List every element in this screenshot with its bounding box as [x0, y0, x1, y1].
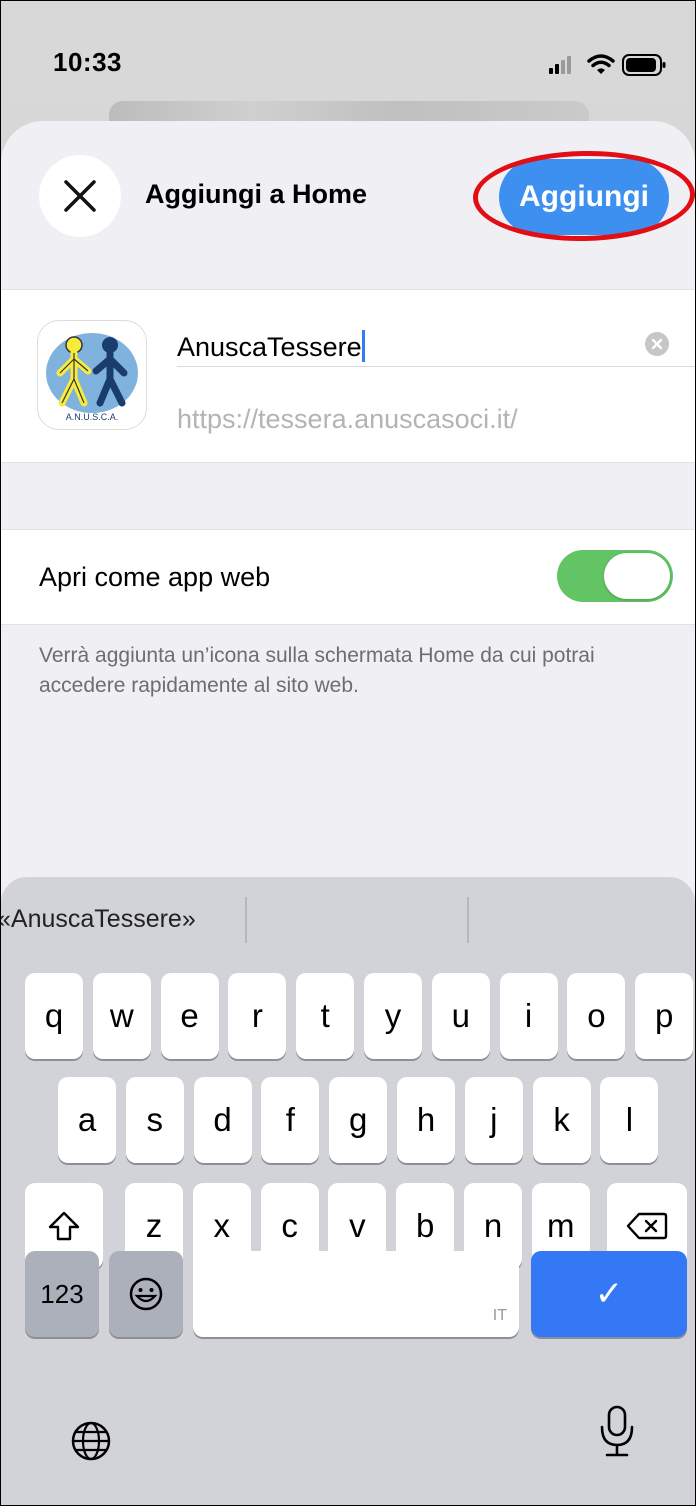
sheet-title: Aggiungi a Home	[145, 179, 367, 209]
key-i[interactable]: i	[499, 973, 558, 1059]
suggestion-bar: «AnuscaTessere»	[1, 877, 695, 957]
name-input[interactable]: AnuscaTessere	[177, 312, 677, 372]
url-text: https://tessera.anuscasoci.it/	[177, 404, 518, 434]
key-label: w	[109, 997, 134, 1034]
key-t[interactable]: t	[296, 973, 355, 1059]
shift-icon	[48, 1211, 80, 1241]
key-y[interactable]: y	[364, 973, 422, 1059]
key-w[interactable]: w	[92, 973, 151, 1059]
key-o[interactable]: o	[567, 973, 626, 1059]
key-k[interactable]: k	[532, 1077, 591, 1163]
webapp-row: Apri come app web	[1, 529, 695, 625]
done-key[interactable]: ✓	[531, 1251, 687, 1337]
suggestion-divider	[467, 897, 469, 943]
signal-wifi-battery-icon	[549, 54, 666, 76]
key-label: k	[553, 1101, 570, 1138]
key-g[interactable]: g	[329, 1077, 388, 1163]
numbers-key[interactable]: 123	[25, 1251, 99, 1337]
key-a[interactable]: a	[58, 1077, 116, 1163]
key-label: o	[587, 997, 606, 1034]
key-r[interactable]: r	[228, 973, 287, 1059]
suggestion-divider	[245, 897, 247, 943]
close-button[interactable]	[39, 155, 121, 237]
key-label: i	[524, 997, 533, 1034]
key-label: h	[416, 1101, 436, 1138]
key-label: y	[384, 997, 402, 1034]
highlight-annotation	[472, 149, 695, 243]
suggestion-item[interactable]: «AnuscaTessere»	[1, 905, 196, 934]
key-label: l	[625, 1101, 634, 1138]
key-label: r	[251, 997, 263, 1034]
microphone-icon[interactable]	[597, 1403, 637, 1461]
anusca-logo-icon: A.N.U.S.C.A.	[46, 333, 138, 422]
webapp-toggle[interactable]	[557, 550, 673, 602]
globe-icon[interactable]	[67, 1417, 115, 1465]
status-icons	[541, 51, 671, 79]
name-input-value: AnuscaTessere	[177, 330, 365, 363]
key-s[interactable]: s	[125, 1077, 184, 1163]
name-value: AnuscaTessere	[177, 332, 362, 362]
status-bar: 10:33	[1, 1, 695, 101]
key-u[interactable]: u	[431, 973, 490, 1059]
key-label: j	[490, 1101, 498, 1138]
clear-x-icon	[651, 338, 663, 350]
key-label: t	[320, 997, 330, 1034]
webapp-footnote: Verrà aggiunta un’icona sulla schermata …	[39, 644, 595, 697]
key-h[interactable]: h	[397, 1077, 455, 1163]
key-p[interactable]: p	[635, 973, 694, 1059]
key-q[interactable]: q	[25, 973, 83, 1059]
key-label: e	[180, 997, 199, 1034]
key-label: p	[655, 997, 674, 1034]
card-divider	[177, 366, 695, 367]
key-l[interactable]: l	[600, 1077, 659, 1163]
key-label: f	[285, 1101, 295, 1138]
key-label: u	[451, 997, 470, 1034]
close-icon	[64, 180, 96, 212]
keyboard: «AnuscaTessere» qwertyuiopasdfghjklzxcvb…	[1, 877, 695, 1505]
clear-text-icon[interactable]	[645, 332, 669, 356]
text-caret	[361, 330, 365, 362]
key-label: g	[349, 1101, 368, 1138]
space-lang-label: IT	[492, 1307, 507, 1324]
webapp-label: Apri come app web	[39, 562, 271, 592]
key-label: q	[44, 997, 64, 1034]
done-key-label: ✓	[594, 1275, 624, 1313]
key-j[interactable]: j	[464, 1077, 523, 1163]
key-e[interactable]: e	[160, 973, 219, 1059]
status-time: 10:33	[53, 47, 122, 77]
logo-text: A.N.U.S.C.A.	[66, 412, 119, 422]
backspace-icon	[626, 1212, 668, 1240]
phone-screen: 10:33 Aggiungi a Home Aggiungi A.N.U.S.C…	[0, 0, 696, 1506]
numbers-key-label: 123	[40, 1279, 84, 1309]
key-label: s	[146, 1101, 164, 1138]
emoji-key[interactable]	[109, 1251, 183, 1337]
toggle-knob	[604, 553, 670, 599]
bookmark-card: A.N.U.S.C.A. AnuscaTessere https://tesse…	[1, 289, 695, 463]
key-label: a	[77, 1101, 97, 1138]
app-icon: A.N.U.S.C.A.	[37, 320, 147, 430]
key-d[interactable]: d	[193, 1077, 252, 1163]
space-key[interactable]: IT	[193, 1251, 519, 1337]
key-label: d	[213, 1101, 232, 1138]
emoji-icon	[129, 1277, 163, 1311]
key-f[interactable]: f	[261, 1077, 320, 1163]
